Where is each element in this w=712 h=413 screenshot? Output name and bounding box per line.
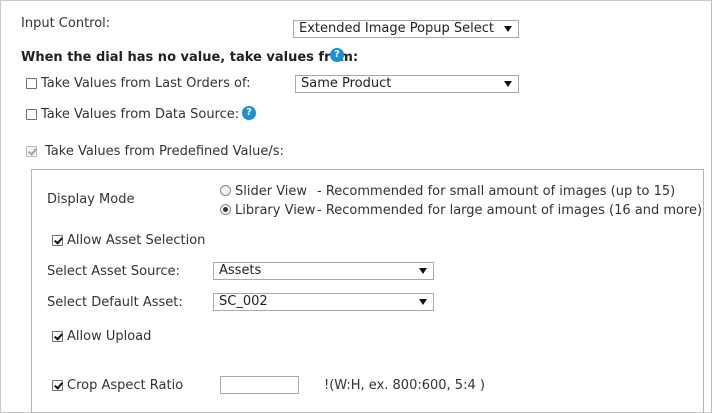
input-control-label: Input Control: [21,16,111,31]
data-source-label: Take Values from Data Source: [41,107,240,122]
crop-aspect-ratio-label: Crop Aspect Ratio [67,378,184,393]
allow-upload-label: Allow Upload [67,329,152,344]
select-default-asset-label: Select Default Asset: [47,295,183,310]
library-view-radio[interactable] [220,204,231,215]
no-value-heading: When the dial has no value, take values … [21,50,359,65]
chevron-down-icon [419,299,427,305]
select-asset-source-label: Select Asset Source: [47,264,180,279]
chevron-down-icon [504,26,512,32]
asset-source-select[interactable]: Assets [213,262,434,280]
library-view-label: Library View [235,203,316,218]
chevron-down-icon [419,268,427,274]
slider-view-radio[interactable] [220,185,231,196]
last-orders-select[interactable]: Same Product [295,75,519,93]
display-mode-label: Display Mode [47,192,135,207]
input-control-select-value: Extended Image Popup Selecto [299,21,494,36]
crop-aspect-ratio-input[interactable] [220,376,299,394]
asset-source-select-value: Assets [219,263,262,278]
help-icon[interactable]: ? [242,106,256,120]
predefined-label: Take Values from Predefined Value/s: [45,144,284,159]
help-icon[interactable]: ? [330,48,344,62]
slider-view-description: - Recommended for small amount of images… [317,184,676,199]
last-orders-select-value: Same Product [301,76,392,91]
default-asset-select-value: SC_002 [219,294,268,309]
allow-asset-selection-checkbox[interactable] [52,235,63,246]
input-control-select[interactable]: Extended Image Popup Selecto [293,20,519,38]
predefined-checkbox[interactable] [26,146,37,157]
allow-asset-selection-label: Allow Asset Selection [67,233,206,248]
chevron-down-icon [504,81,512,87]
slider-view-label: Slider View [235,184,308,199]
crop-aspect-ratio-hint: !(W:H, ex. 800:600, 5:4 ) [324,378,485,393]
library-view-description: - Recommended for large amount of images… [317,203,703,218]
default-asset-select[interactable]: SC_002 [213,293,434,311]
data-source-checkbox[interactable] [26,109,37,120]
allow-upload-checkbox[interactable] [52,331,63,342]
crop-aspect-ratio-checkbox[interactable] [52,380,63,391]
last-orders-checkbox[interactable] [26,78,37,89]
last-orders-label: Take Values from Last Orders of: [41,76,251,91]
